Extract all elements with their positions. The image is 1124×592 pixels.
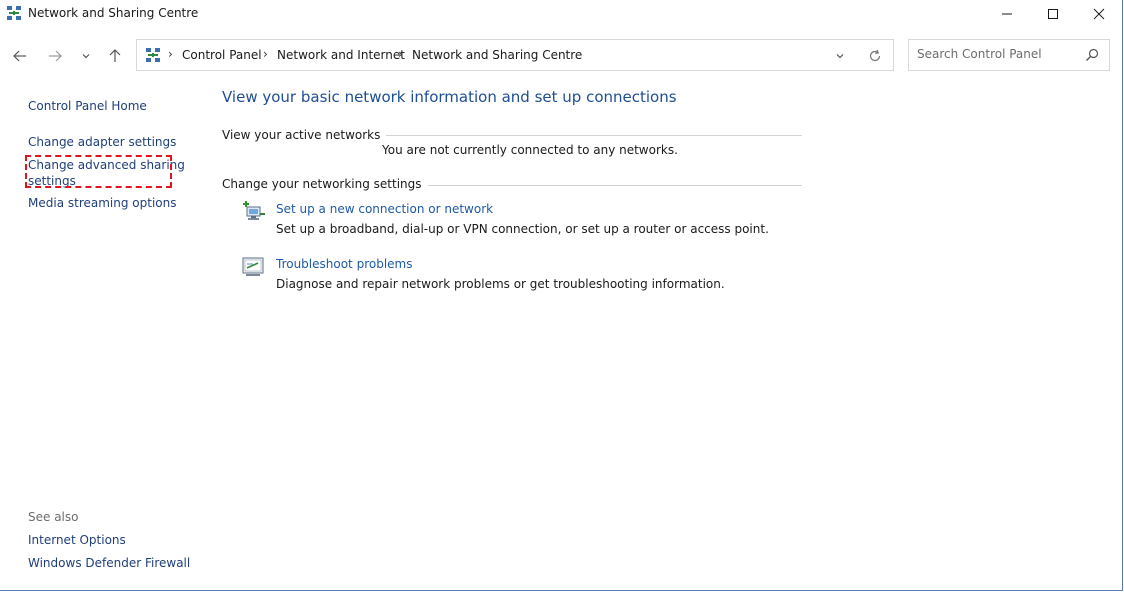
window: Network and Sharing Centre › Control Pan… [0,0,1123,591]
setup-connection-link[interactable]: Set up a new connection or network [276,202,493,216]
network-icon [7,6,21,20]
close-icon [1093,8,1105,20]
networking-settings-heading: Change your networking settings [222,177,428,191]
breadcrumb-control-panel[interactable]: Control Panel [182,48,262,62]
search-icon[interactable] [1085,48,1099,62]
arrow-right-icon [49,50,62,62]
arrow-up-icon [109,49,121,62]
breadcrumb-separator[interactable]: › [168,47,173,61]
chevron-down-icon [82,54,90,59]
sidebar-item-windows-defender-firewall[interactable]: Windows Defender Firewall [28,556,190,570]
network-status-text: You are not currently connected to any n… [382,143,678,157]
title-bar[interactable]: Network and Sharing Centre [0,0,1122,30]
maximize-button[interactable] [1030,0,1076,28]
troubleshoot-icon [242,257,264,276]
address-bar[interactable]: › Control Panel › Network and Internet ›… [136,39,894,71]
minimize-icon [1002,13,1012,15]
minimize-button[interactable] [984,0,1030,28]
setup-connection-description: Set up a broadband, dial-up or VPN conne… [276,222,769,236]
page-title: View your basic network information and … [222,88,677,106]
breadcrumb-separator[interactable]: › [263,47,268,61]
arrow-left-icon [13,50,26,62]
up-button[interactable] [103,44,127,68]
sidebar-item-media-streaming-options[interactable]: Media streaming options [28,196,176,210]
forward-button[interactable] [43,44,67,68]
refresh-icon [869,49,881,62]
maximize-icon [1048,9,1058,19]
recent-locations-button[interactable] [74,44,98,68]
sidebar-item-change-adapter-settings[interactable]: Change adapter settings [28,135,176,149]
breadcrumb-network-and-internet[interactable]: Network and Internet [277,48,405,62]
close-button[interactable] [1076,0,1122,28]
sidebar-item-control-panel-home[interactable]: Control Panel Home [28,99,147,113]
search-box[interactable] [908,39,1110,71]
troubleshoot-description: Diagnose and repair network problems or … [276,277,725,291]
breadcrumb-network-and-sharing-centre[interactable]: Network and Sharing Centre [412,48,582,62]
new-connection-icon [243,201,265,220]
active-networks-heading: View your active networks [222,128,387,142]
troubleshoot-link[interactable]: Troubleshoot problems [276,257,412,271]
network-icon [146,48,160,62]
search-input[interactable] [917,47,1077,61]
see-also-heading: See also [28,510,79,524]
back-button[interactable] [8,44,32,68]
breadcrumb-separator[interactable]: › [398,47,403,61]
refresh-button[interactable] [865,47,885,65]
highlight-annotation [25,155,172,188]
window-title: Network and Sharing Centre [28,6,199,20]
address-dropdown-button[interactable] [831,47,849,65]
chevron-down-icon [836,54,844,59]
sidebar-item-internet-options[interactable]: Internet Options [28,533,126,547]
